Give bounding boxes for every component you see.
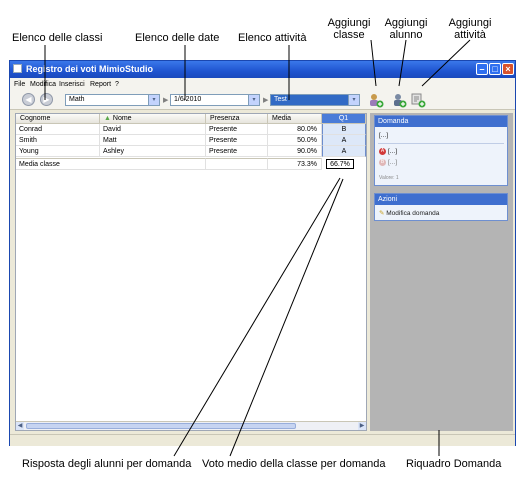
callout-add-activity-line2: attività [454, 29, 486, 41]
add-student-button[interactable] [391, 92, 407, 108]
table-row-average: 80.0% [268, 124, 322, 135]
answer-b-text: [...] [388, 159, 398, 167]
table-row-average: 90.0% [268, 146, 322, 157]
answer-a-icon: A [379, 148, 386, 155]
callout-class-list: Elenco delle classi [12, 32, 103, 44]
callout-add-activity-line1: Aggiungi [448, 17, 492, 29]
close-button[interactable]: × [502, 63, 514, 75]
toolbar: ◀ ▶ Math ▾ ▶ 1/6/2010 ▾ ▶ Test ▾ [10, 91, 515, 110]
table-row-surname[interactable]: Conrad [16, 124, 100, 135]
question-text[interactable]: [...] [379, 132, 388, 139]
menu-edit[interactable]: Modifica [30, 81, 56, 88]
answer-a-text: [...] [388, 148, 398, 156]
actions-pane: Azioni ✎ Modifica domanda [374, 193, 508, 221]
table-row-surname[interactable]: Young [16, 146, 100, 157]
table-row-name[interactable]: Ashley [100, 146, 206, 157]
scroll-right-icon[interactable]: ▶ [358, 422, 366, 430]
class-average-label: Media classe [16, 158, 206, 170]
column-header-average-label: Media [272, 115, 292, 122]
maximize-button[interactable]: □ [489, 63, 501, 75]
callout-add-student-line1: Aggiungi [384, 17, 428, 29]
scroll-left-icon[interactable]: ◀ [16, 422, 24, 430]
question-side-panel: Domanda [...] A [...] B [...] Valore: 1 Az… [370, 113, 513, 431]
menu-help[interactable]: ? [115, 81, 119, 88]
menu-insert[interactable]: Inserisci [59, 81, 85, 88]
app-icon [13, 64, 22, 73]
callout-add-class-line1: Aggiungi [327, 17, 371, 29]
callout-add-class: Aggiungi classe [327, 17, 371, 41]
menu-report[interactable]: Report [90, 81, 111, 88]
date-dropdown-value: 1/6/2010 [174, 96, 202, 103]
table-row-attendance[interactable]: Presente [206, 135, 268, 146]
minimize-button[interactable]: – [476, 63, 488, 75]
date-dropdown[interactable]: 1/6/2010 ▾ [170, 94, 260, 106]
question-pane: Domanda [...] A [...] B [...] Valore: 1 [374, 115, 508, 186]
activity-dropdown[interactable]: Test ▾ [270, 94, 360, 106]
column-header-attendance-label: Presenza [210, 115, 240, 122]
answer-a-row[interactable]: A [...] [379, 148, 397, 155]
column-header-surname[interactable]: Cognome [16, 114, 100, 124]
column-header-average[interactable]: Media [268, 114, 322, 124]
question-divider [378, 143, 504, 144]
callout-add-student-line2: alunno [389, 29, 423, 41]
table-row-attendance[interactable]: Presente [206, 124, 268, 135]
activity-dropdown-value: Test [274, 96, 287, 103]
edit-question-label: Modifica domanda [386, 210, 440, 217]
status-bar [10, 434, 515, 446]
class-average-question-1: 66.7% [326, 159, 354, 169]
table-row-name[interactable]: Matt [100, 135, 206, 146]
actions-pane-title: Azioni [375, 194, 507, 205]
grade-table: Cognome ▲ Nome Presenza Media Q1 Conrad … [15, 113, 367, 431]
question-value: Valore: 1 [379, 175, 399, 181]
callout-question-pane: Riquadro Domanda [406, 458, 502, 470]
answer-b-icon: B [379, 159, 386, 166]
back-button[interactable]: ◀ [22, 93, 35, 106]
callout-add-activity: Aggiungi attività [448, 17, 492, 41]
column-header-question-1[interactable]: Q1 [322, 114, 366, 124]
callout-add-class-line2: classe [333, 29, 365, 41]
table-row-answer[interactable]: A [322, 135, 366, 146]
app-window: Registro dei voti MimioStudio – □ × File… [9, 60, 516, 446]
window-title: Registro dei voti MimioStudio [26, 64, 154, 74]
sort-ascending-icon: ▲ [104, 115, 111, 122]
chevron-down-icon[interactable]: ▾ [348, 95, 359, 105]
class-average-overall: 73.3% [268, 158, 322, 170]
column-header-name[interactable]: ▲ Nome [100, 114, 206, 124]
forward-button[interactable]: ▶ [40, 93, 53, 106]
breadcrumb-arrow-icon: ▶ [163, 97, 169, 104]
horizontal-scrollbar[interactable]: ◀ ▶ [16, 421, 366, 430]
column-header-question-1-label: Q1 [338, 115, 349, 122]
table-row-surname[interactable]: Smith [16, 135, 100, 146]
title-bar: Registro dei voti MimioStudio – □ × [10, 61, 515, 78]
class-dropdown-value: Math [69, 96, 85, 103]
callout-student-answers: Risposta degli alunni per domanda [22, 458, 192, 470]
breadcrumb-arrow-icon: ▶ [263, 97, 269, 104]
table-row-answer[interactable]: A [322, 146, 366, 157]
table-row-answer[interactable]: B [322, 124, 366, 135]
table-row-attendance[interactable]: Presente [206, 146, 268, 157]
add-class-button[interactable] [368, 92, 384, 108]
callout-class-average: Voto medio della classe per domanda [202, 458, 386, 470]
callout-activity-list: Elenco attività [238, 32, 307, 44]
class-average-empty [206, 158, 268, 170]
callout-add-student: Aggiungi alunno [384, 17, 428, 41]
table-row-name[interactable]: David [100, 124, 206, 135]
callout-date-list: Elenco delle date [135, 32, 220, 44]
class-dropdown[interactable]: Math ▾ [65, 94, 160, 106]
menu-file[interactable]: File [14, 81, 25, 88]
add-activity-button[interactable] [410, 92, 426, 108]
chevron-down-icon[interactable]: ▾ [248, 95, 259, 105]
answer-b-row[interactable]: B [...] [379, 159, 397, 166]
column-header-surname-label: Cognome [20, 115, 51, 122]
column-header-name-label: Nome [112, 115, 132, 122]
table-row-average: 50.0% [268, 135, 322, 146]
column-header-attendance[interactable]: Presenza [206, 114, 268, 124]
chevron-down-icon[interactable]: ▾ [148, 95, 159, 105]
edit-question-link[interactable]: ✎ Modifica domanda [379, 209, 439, 217]
menu-bar: File Modifica Inserisci Report ? [10, 78, 515, 91]
pencil-icon: ✎ [379, 210, 385, 217]
scrollbar-thumb[interactable] [26, 423, 296, 429]
question-pane-title: Domanda [375, 116, 507, 127]
